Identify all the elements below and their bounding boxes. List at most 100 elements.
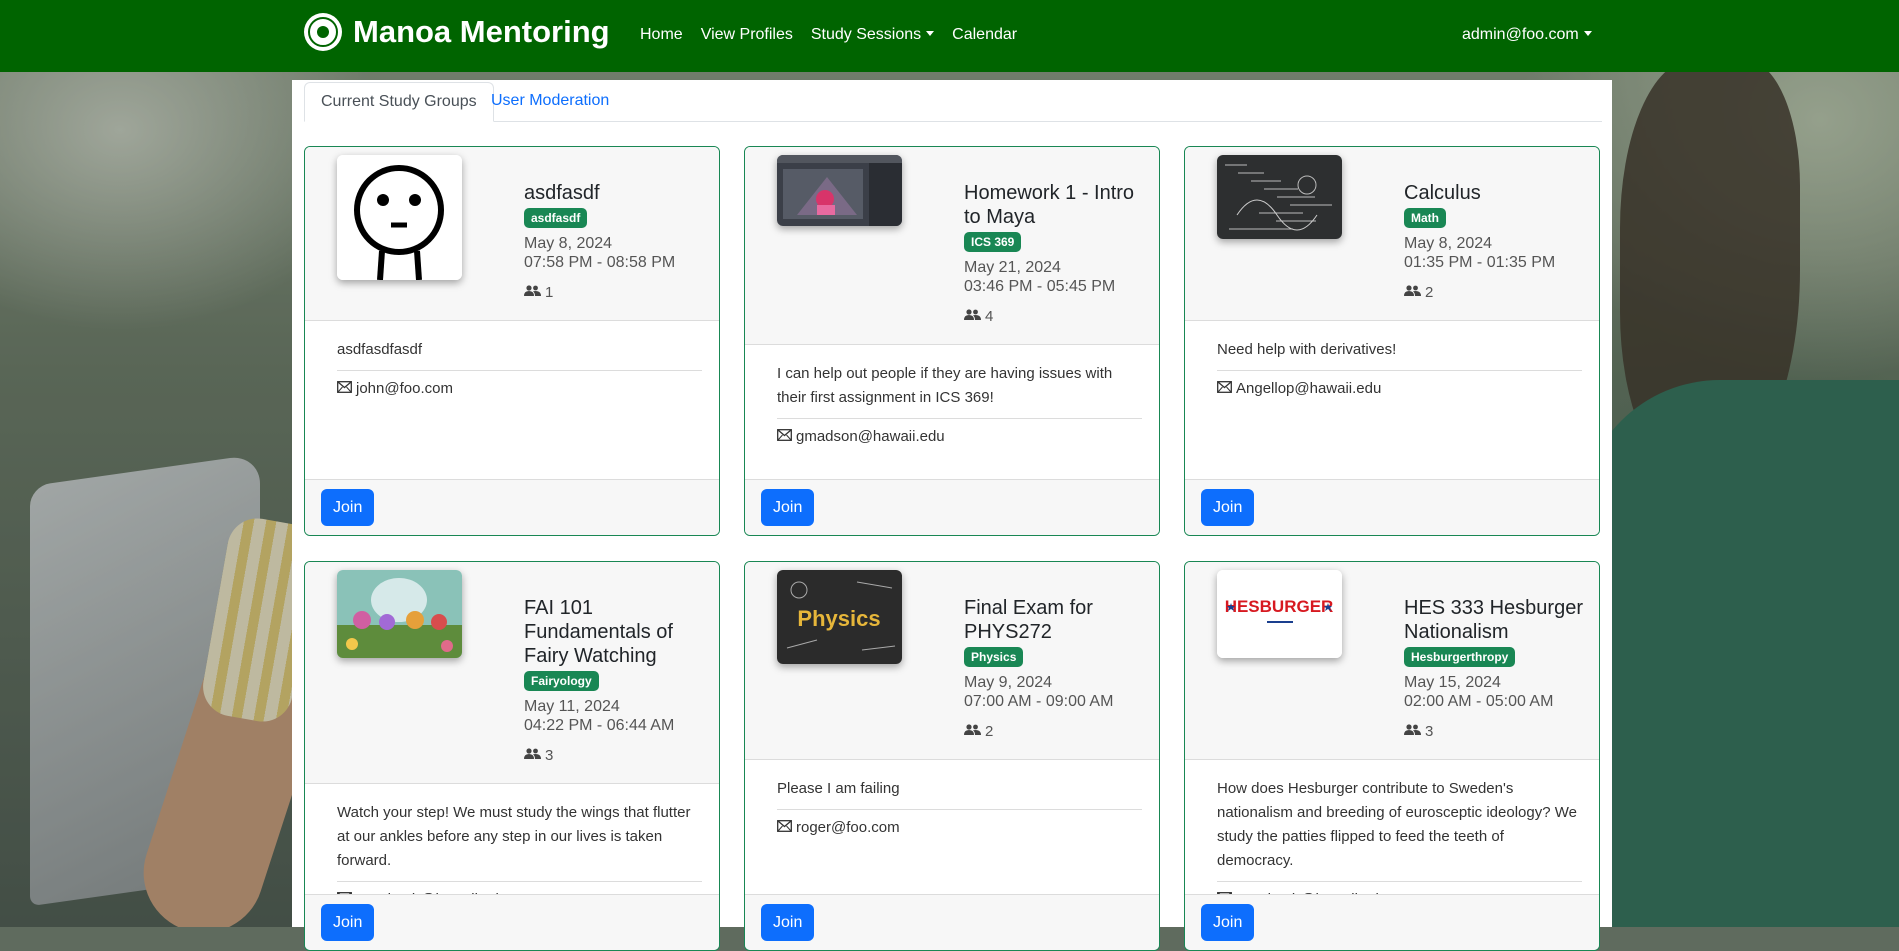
session-date: May 11, 2024 xyxy=(524,698,620,715)
card-header: Homework 1 - Intro to Maya ICS 369 May 21,… xyxy=(745,147,1159,345)
nav-link-home[interactable]: Home xyxy=(640,26,683,44)
card-info: HES 333 Hesburger Nationalism Hesburgerth… xyxy=(1404,596,1594,740)
navbar: Manoa Mentoring Home View Profiles Study… xyxy=(0,0,1899,72)
owner-email-text: john@foo.com xyxy=(356,380,453,397)
attendee-count-value: 2 xyxy=(985,723,994,740)
session-time: 01:35 PM - 01:35 PM xyxy=(1404,254,1556,271)
owner-email-text: Angellop@hawaii.edu xyxy=(1236,380,1382,397)
study-group-description: Watch your step! We must study the wings… xyxy=(337,801,702,882)
attendee-count: 3 xyxy=(1404,723,1594,740)
study-group-description: I can help out people if they are having… xyxy=(777,362,1142,419)
join-button[interactable]: Join xyxy=(761,489,815,526)
people-icon xyxy=(524,284,545,301)
course-badge: Physics xyxy=(964,647,1024,667)
session-time: 03:46 PM - 05:45 PM xyxy=(964,278,1116,295)
attendee-count-value: 4 xyxy=(985,308,994,325)
session-date: May 8, 2024 xyxy=(524,235,613,252)
attendee-count: 2 xyxy=(964,723,1154,740)
tab-current-study-groups[interactable]: Current Study Groups xyxy=(304,82,494,122)
study-group-image: HESBURGER xyxy=(1217,570,1342,658)
card-footer: Join xyxy=(745,479,1159,535)
study-group-title: Homework 1 - Intro to Maya xyxy=(964,182,1135,228)
study-group-image xyxy=(337,570,462,658)
attendee-count-value: 2 xyxy=(1425,284,1434,301)
envelope-icon xyxy=(777,428,796,445)
owner-email-text: roger@foo.com xyxy=(796,819,900,836)
card-info: asdfasdf asdfasdf May 8, 2024 07:58 PM - 08… xyxy=(524,181,714,301)
study-group-image xyxy=(337,155,462,280)
attendee-count: 4 xyxy=(964,308,1154,325)
card-body: How does Hesburger contribute to Sweden'… xyxy=(1217,777,1582,908)
study-group-card: FAI 101 Fundamentals of Fairy Watching Fa… xyxy=(304,561,720,951)
envelope-icon xyxy=(1217,380,1236,397)
study-group-title: Final Exam for PHYS272 xyxy=(964,597,1093,643)
session-time: 02:00 AM - 05:00 AM xyxy=(1404,693,1554,710)
course-badge: Hesburgerthropy xyxy=(1404,647,1516,667)
study-group-card: HESBURGER HES 333 Hesburger Nationalism He… xyxy=(1184,561,1600,951)
owner-email: john@foo.com xyxy=(337,380,702,397)
people-icon xyxy=(1404,284,1425,301)
brand-title[interactable]: Manoa Mentoring xyxy=(353,14,610,50)
card-body: Need help with derivatives! Angellop@hawa… xyxy=(1217,338,1582,397)
card-body: asdfasdfasdf john@foo.com xyxy=(337,338,702,397)
owner-email-text: gmadson@hawaii.edu xyxy=(796,428,945,445)
course-badge: ICS 369 xyxy=(964,232,1022,252)
nav-link-view-profiles[interactable]: View Profiles xyxy=(701,26,793,44)
people-icon xyxy=(964,723,985,740)
course-badge: Fairyology xyxy=(524,671,599,691)
caret-down-icon xyxy=(926,31,935,36)
study-group-title: asdfasdf xyxy=(524,182,600,204)
card-footer: Join xyxy=(1185,479,1599,535)
brand[interactable]: Manoa Mentoring xyxy=(304,13,610,51)
user-email: admin@foo.com xyxy=(1462,26,1579,43)
owner-email: gmadson@hawaii.edu xyxy=(777,428,1142,445)
user-menu[interactable]: admin@foo.com xyxy=(1462,26,1592,44)
study-group-title: HES 333 Hesburger Nationalism xyxy=(1404,597,1583,643)
card-info: FAI 101 Fundamentals of Fairy Watching Fa… xyxy=(524,596,714,764)
attendee-count-value: 1 xyxy=(545,284,554,301)
study-group-card: Physics Final Exam for PHYS272 Physics May … xyxy=(744,561,1160,951)
nav-link-study-sessions[interactable]: Study Sessions xyxy=(811,26,935,44)
course-badge: Math xyxy=(1404,208,1446,228)
card-footer: Join xyxy=(305,479,719,535)
study-group-image: Physics xyxy=(777,570,902,664)
study-group-title: FAI 101 Fundamentals of Fairy Watching xyxy=(524,597,673,667)
join-button[interactable]: Join xyxy=(1201,904,1255,941)
attendee-count: 3 xyxy=(524,747,714,764)
study-group-card: Homework 1 - Intro to Maya ICS 369 May 21,… xyxy=(744,146,1160,536)
attendee-count-value: 3 xyxy=(545,747,554,764)
study-group-image xyxy=(777,155,902,226)
people-icon xyxy=(964,308,985,325)
card-info: Homework 1 - Intro to Maya ICS 369 May 21,… xyxy=(964,181,1154,325)
study-group-image xyxy=(1217,155,1342,239)
join-button[interactable]: Join xyxy=(761,904,815,941)
card-body: Watch your step! We must study the wings… xyxy=(337,801,702,908)
session-date: May 15, 2024 xyxy=(1404,674,1501,691)
nav-link-calendar[interactable]: Calendar xyxy=(952,26,1017,44)
session-time: 07:00 AM - 09:00 AM xyxy=(964,693,1114,710)
join-button[interactable]: Join xyxy=(321,904,375,941)
card-header: asdfasdf asdfasdf May 8, 2024 07:58 PM - 08… xyxy=(305,147,719,321)
study-group-description: asdfasdfasdf xyxy=(337,338,702,371)
attendee-count: 2 xyxy=(1404,284,1594,301)
session-date: May 8, 2024 xyxy=(1404,235,1493,252)
card-header: Calculus Math May 8, 2024 01:35 PM - 01:35 … xyxy=(1185,147,1599,321)
university-seal-logo xyxy=(304,13,342,51)
session-date: May 9, 2024 xyxy=(964,674,1053,691)
card-body: Please I am failing roger@foo.com xyxy=(777,777,1142,836)
study-group-title: Calculus xyxy=(1404,182,1481,204)
tab-user-moderation[interactable]: User Moderation xyxy=(475,82,625,122)
card-header: Physics Final Exam for PHYS272 Physics May … xyxy=(745,562,1159,760)
card-header: HESBURGER HES 333 Hesburger Nationalism He… xyxy=(1185,562,1599,760)
card-info: Final Exam for PHYS272 Physics May 9, 2024… xyxy=(964,596,1154,740)
join-button[interactable]: Join xyxy=(321,489,375,526)
card-info: Calculus Math May 8, 2024 01:35 PM - 01:35 … xyxy=(1404,181,1594,301)
session-time: 07:58 PM - 08:58 PM xyxy=(524,254,676,271)
card-footer: Join xyxy=(1185,894,1599,950)
join-button[interactable]: Join xyxy=(1201,489,1255,526)
attendee-count: 1 xyxy=(524,284,714,301)
session-time: 04:22 PM - 06:44 AM xyxy=(524,717,675,734)
caret-down-icon xyxy=(1583,31,1592,36)
card-header: FAI 101 Fundamentals of Fairy Watching Fa… xyxy=(305,562,719,784)
course-badge: asdfasdf xyxy=(524,208,588,228)
